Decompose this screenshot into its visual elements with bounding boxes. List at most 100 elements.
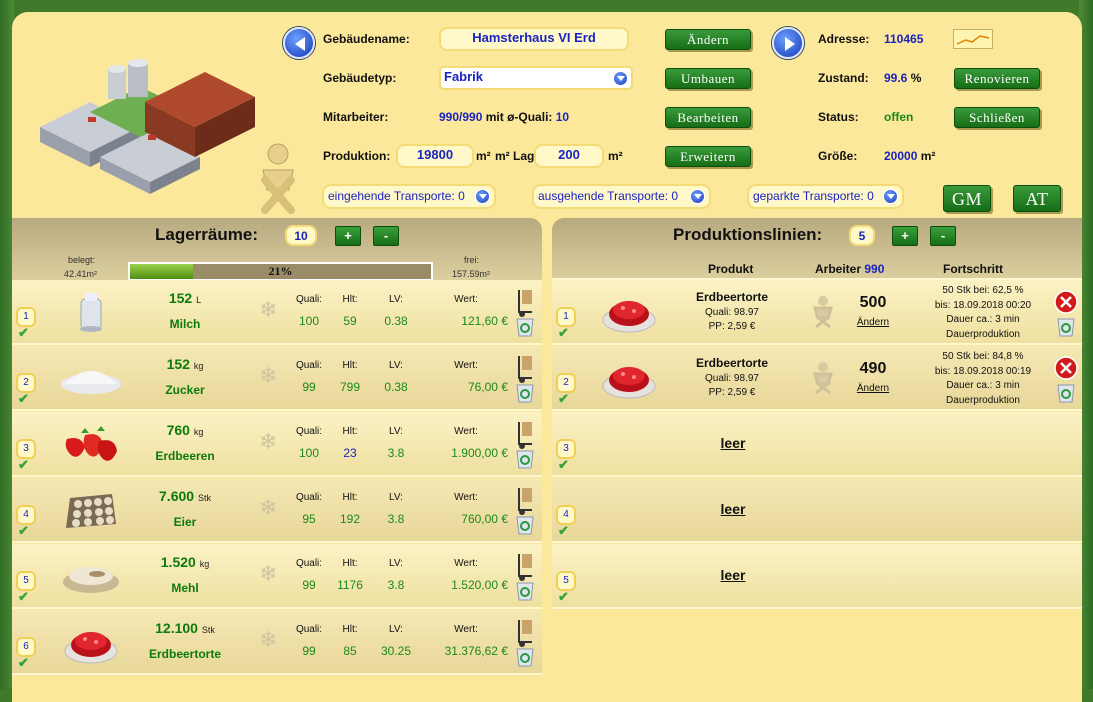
production-line-number: 4 — [556, 505, 576, 525]
size-label: Größe: — [818, 149, 858, 163]
parked-transports-select[interactable]: geparkte Transporte: 0 — [747, 184, 904, 209]
storage-slot-number: 2 — [16, 373, 36, 393]
empty-production-line: 5 ✔ leer — [552, 544, 1082, 609]
change-name-button[interactable]: Ändern — [665, 29, 751, 50]
storage-row: 3 ✔ 760 kg Erdbeeren ❄ Quali: 100 Hlt: 2… — [12, 412, 542, 477]
building-type-select[interactable]: Fabrik — [439, 66, 633, 90]
gm-button[interactable]: GM — [943, 185, 991, 212]
snowflake-icon[interactable]: ❄ — [259, 429, 277, 455]
wert-label: Wert: — [454, 492, 478, 503]
rebuild-button[interactable]: Umbauen — [665, 68, 751, 89]
quali-label: Quali: — [295, 624, 323, 635]
empty-line-link[interactable]: leer — [708, 435, 758, 451]
incoming-transports-select[interactable]: eingehende Transporte: 0 — [322, 184, 496, 209]
product-image-erdbeertorte — [598, 288, 660, 336]
worker-icon — [812, 296, 834, 328]
hlt-label: Hlt: — [342, 558, 358, 569]
storage-area-field[interactable]: 200 — [534, 144, 604, 168]
cancel-production-icon[interactable] — [1054, 356, 1078, 380]
storage-row: 2 ✔ 152 kg Zucker ❄ Quali: 99 Hlt: 799 L… — [12, 346, 542, 411]
lv-value: 3.8 — [387, 446, 405, 460]
quali-label: Quali: — [295, 426, 323, 437]
wert-value: 76,00 € — [467, 380, 508, 394]
check-icon: ✔ — [18, 589, 29, 604]
building-name-field[interactable]: Hamsterhaus VI Erd — [439, 27, 629, 51]
recycle-bin-icon[interactable] — [1055, 380, 1077, 404]
empty-production-line: 4 ✔ leer — [552, 478, 1082, 543]
building-name-label: Gebäudename: — [323, 32, 410, 46]
outgoing-transports-label: ausgehende Transporte: 0 — [538, 189, 679, 203]
storage-product-name: Milch — [169, 317, 201, 331]
change-amount-link[interactable]: Ändern — [848, 383, 898, 394]
outgoing-transports-select[interactable]: ausgehende Transporte: 0 — [532, 184, 711, 209]
hlt-value: 23 — [343, 446, 357, 460]
recycle-bin-icon[interactable] — [1055, 314, 1077, 338]
check-icon: ✔ — [18, 325, 29, 340]
storage-quantity: 152 kg — [166, 356, 204, 372]
empty-line-link[interactable]: leer — [708, 567, 758, 583]
quali-label: Quali: — [295, 360, 323, 371]
change-amount-link[interactable]: Ändern — [848, 317, 898, 328]
production-title: Produktionslinien: — [673, 225, 823, 244]
building-type-label: Gebäudetyp: — [323, 71, 397, 85]
lv-value: 3.8 — [387, 578, 405, 592]
storage-fill-percent: 21% — [268, 264, 293, 278]
chevron-down-icon — [883, 189, 898, 204]
recycle-bin-icon[interactable] — [514, 446, 536, 470]
previous-building-button[interactable] — [283, 27, 315, 59]
check-icon: ✔ — [558, 391, 569, 406]
next-building-button[interactable] — [772, 27, 804, 59]
recycle-bin-icon[interactable] — [514, 644, 536, 668]
production-area-field[interactable]: 19800 — [396, 144, 474, 168]
lv-label: LV: — [389, 558, 403, 569]
chart-icon[interactable] — [953, 29, 993, 49]
storage-unit: m² — [608, 149, 623, 163]
lv-label: LV: — [389, 426, 403, 437]
empty-line-link[interactable]: leer — [708, 501, 758, 517]
hlt-label: Hlt: — [342, 360, 358, 371]
cancel-production-icon[interactable] — [1054, 290, 1078, 314]
storage-product-name: Erdbeertorte — [148, 647, 222, 661]
lv-label: LV: — [389, 294, 403, 305]
quali-value: 95 — [302, 512, 316, 526]
remove-storage-button[interactable]: - — [373, 226, 399, 246]
snowflake-icon[interactable]: ❄ — [259, 297, 277, 323]
used-label: belegt: — [68, 255, 96, 265]
worker-icon — [812, 362, 834, 394]
production-quali: Quali: 98.97 — [705, 307, 759, 318]
add-storage-button[interactable]: + — [335, 226, 361, 246]
storage-slot-number: 1 — [16, 307, 36, 327]
expand-button[interactable]: Erweitern — [665, 146, 751, 167]
snowflake-icon[interactable]: ❄ — [259, 363, 277, 389]
hlt-label: Hlt: — [342, 294, 358, 305]
quali-value: 99 — [302, 644, 316, 658]
remove-production-line-button[interactable]: - — [930, 226, 956, 246]
hlt-value: 59 — [343, 314, 357, 328]
renovate-button[interactable]: Renovieren — [954, 68, 1040, 89]
storage-row: 4 ✔ 7.600 Stk Eier ❄ Quali: 95 Hlt: 192 … — [12, 478, 542, 543]
hlt-value: 799 — [339, 380, 361, 394]
storage-quantity: 760 kg — [166, 422, 204, 438]
product-image-zucker — [58, 356, 124, 402]
snowflake-icon[interactable]: ❄ — [259, 627, 277, 653]
col-workers: Arbeiter 990 — [815, 262, 885, 276]
close-building-button[interactable]: Schließen — [954, 107, 1040, 128]
chevron-down-icon — [690, 189, 705, 204]
free-value: 157.59m² — [452, 269, 491, 279]
snowflake-icon[interactable]: ❄ — [259, 561, 277, 587]
add-production-line-button[interactable]: + — [892, 226, 918, 246]
production-product-name: Erdbeertorte — [695, 290, 769, 304]
check-icon: ✔ — [18, 655, 29, 670]
hlt-value: 1176 — [337, 578, 363, 592]
recycle-bin-icon[interactable] — [514, 380, 536, 404]
at-button[interactable]: AT — [1013, 185, 1061, 212]
recycle-bin-icon[interactable] — [514, 512, 536, 536]
recycle-bin-icon[interactable] — [514, 314, 536, 338]
wert-value: 31.376,62 € — [444, 644, 508, 658]
recycle-bin-icon[interactable] — [514, 578, 536, 602]
edit-staff-button[interactable]: Bearbeiten — [665, 107, 751, 128]
storage-quantity: 1.520 kg — [160, 554, 210, 570]
snowflake-icon[interactable]: ❄ — [259, 495, 277, 521]
check-icon: ✔ — [558, 523, 569, 538]
chevron-down-icon — [613, 71, 628, 86]
